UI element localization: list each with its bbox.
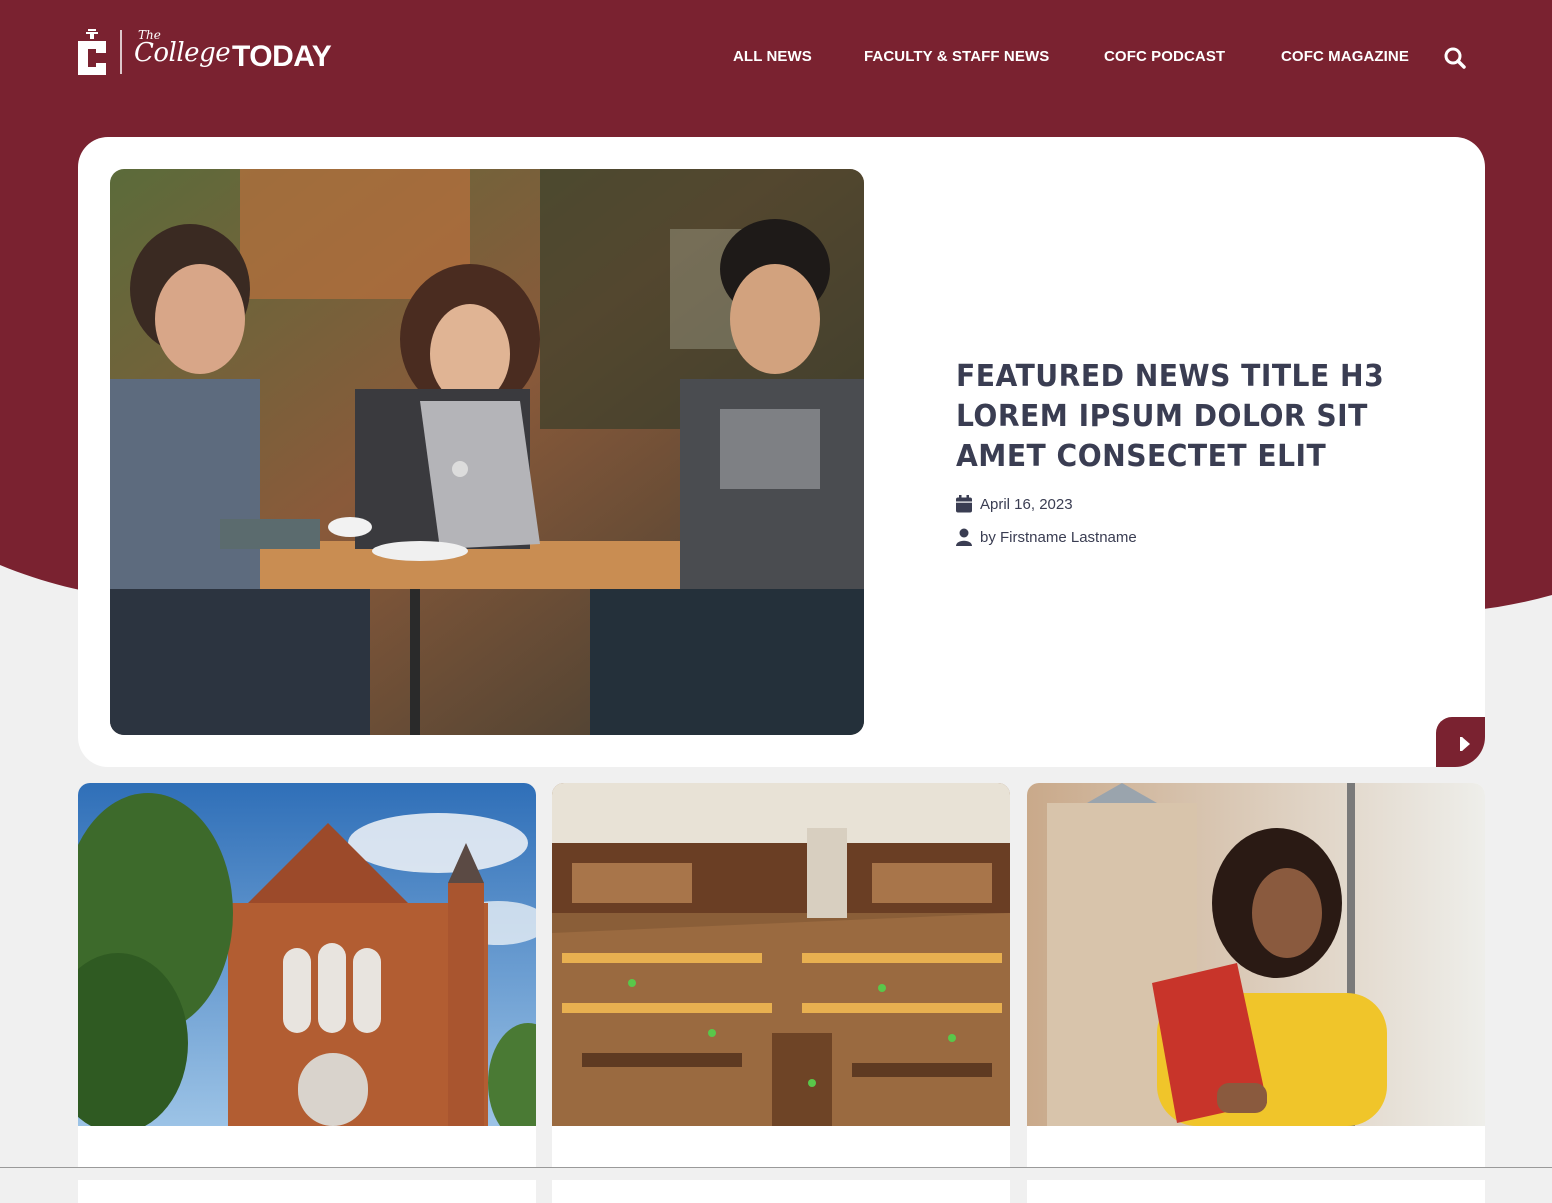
next-slide-button[interactable] [1436,717,1485,767]
brick-building-photo[interactable] [78,783,536,1126]
calendar-icon [956,495,972,513]
card-body [78,1126,536,1203]
viewport-bottom-edge [0,1167,1552,1180]
card-body [552,1126,1010,1203]
search-button[interactable] [1443,46,1467,70]
play-icon [1460,737,1470,751]
nav-cofc-podcast[interactable]: COFC PODCAST [1104,47,1225,67]
featured-news-image[interactable] [110,169,864,735]
search-icon [1444,47,1466,69]
featured-author: by Firstname Lastname [980,528,1137,546]
site-header: The College TODAY ALL NEWS FACULTY & STA… [0,0,1552,115]
user-icon [956,528,972,546]
student-with-books-photo[interactable] [1027,783,1485,1126]
featured-news-card[interactable]: Featured News Title H3 Lorem ipsum dolor… [78,137,1485,767]
card-body [1027,1126,1485,1203]
featured-author-row: by Firstname Lastname [956,528,1137,546]
nav-faculty-staff-news[interactable]: FACULTY & STAFF NEWS [864,47,1049,67]
featured-date-row: April 16, 2023 [956,495,1073,513]
nav-all-news[interactable]: ALL NEWS [733,47,812,67]
featured-news-title[interactable]: Featured News Title H3 Lorem ipsum dolor… [956,357,1407,477]
nav-cofc-magazine[interactable]: COFC MAGAZINE [1281,47,1409,67]
main-navigation: ALL NEWS FACULTY & STAFF NEWS COFC PODCA… [0,47,1552,71]
library-reading-room-photo[interactable] [552,783,1010,1126]
featured-date: April 16, 2023 [980,495,1073,513]
news-card[interactable] [1027,783,1485,1203]
news-card[interactable] [78,783,536,1203]
news-card[interactable] [552,783,1010,1203]
